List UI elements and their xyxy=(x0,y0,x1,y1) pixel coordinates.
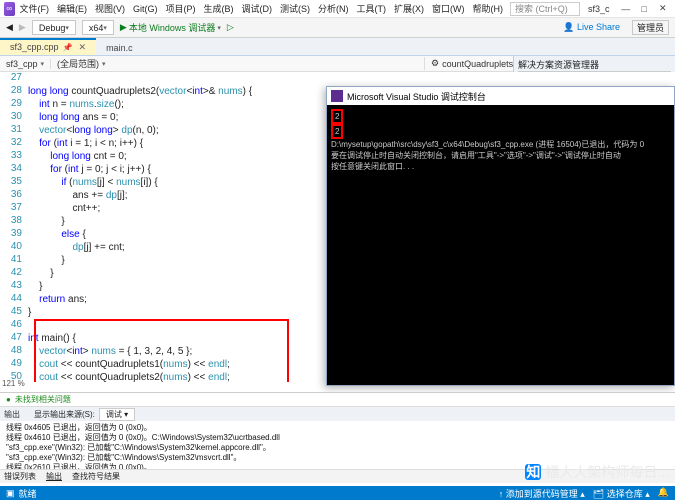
ok-icon: ● xyxy=(6,395,11,404)
menu-test[interactable]: 测试(S) xyxy=(277,1,313,16)
tab-mainc[interactable]: main.c xyxy=(96,41,143,55)
live-share-button[interactable]: 👤 Live Share xyxy=(563,22,620,33)
pin-icon[interactable]: 📌 xyxy=(63,43,73,52)
menu-git[interactable]: Git(G) xyxy=(130,3,161,15)
console-icon xyxy=(331,90,343,102)
main-toolbar: ◀ ▶ Debug ▾ x64 ▾ ▶ 本地 Windows 调试器 ▾ ▷ 👤… xyxy=(0,18,675,38)
config-dropdown[interactable]: Debug ▾ xyxy=(32,20,76,35)
issues-bar[interactable]: ●未找到相关问题 xyxy=(0,393,675,407)
menu-tools[interactable]: 工具(T) xyxy=(354,1,390,16)
vs-logo-icon: ∞ xyxy=(4,2,15,16)
menu-bar: ∞ 文件(F) 编辑(E) 视图(V) Git(G) 项目(P) 生成(B) 调… xyxy=(0,0,675,18)
status-bar: ▣ 就绪 ↑ 添加到源代码管理 ▴ 🗂 选择仓库 ▴ 🔔 xyxy=(0,486,675,500)
output-title: 输出 xyxy=(4,409,20,420)
notifications-icon[interactable]: 🔔 xyxy=(658,487,669,500)
menu-build[interactable]: 生成(B) xyxy=(201,1,237,16)
console-output-1: 2 xyxy=(331,109,343,124)
run-debug-button[interactable]: ▶ 本地 Windows 调试器 ▾ xyxy=(120,21,221,34)
console-msg2: 按任意键关闭此窗口. . . xyxy=(331,161,670,172)
bottom-panel: 121 % ●未找到相关问题 输出 显示输出来源(S): 调试 ▾ 线程 0x4… xyxy=(0,392,675,486)
tab-find-symbol[interactable]: 查找符号结果 xyxy=(72,471,120,482)
menu-help[interactable]: 帮助(H) xyxy=(470,1,507,16)
console-msg1: 要在调试停止时自动关闭控制台，请启用"工具"->"选项"->"调试"->"调试停… xyxy=(331,150,670,161)
console-titlebar[interactable]: Microsoft Visual Studio 调试控制台 xyxy=(327,87,674,105)
crumb-scope[interactable]: (全局范围)▾ xyxy=(51,57,425,70)
source-control-add[interactable]: ↑ 添加到源代码管理 ▴ xyxy=(499,487,585,500)
crumb-project[interactable]: sf3_cpp▾ xyxy=(0,59,51,69)
bottom-tabs: 错误列表 输出 查找符号结果 xyxy=(0,469,675,483)
console-output-2: 2 xyxy=(331,124,343,139)
solution-explorer-title: 解决方案资源管理器 xyxy=(518,58,671,71)
console-title: Microsoft Visual Studio 调试控制台 xyxy=(347,90,486,103)
editor-tabstrip: sf3_cpp.cpp📌✕ main.c xyxy=(0,38,675,56)
menu-debug[interactable]: 调试(D) xyxy=(239,1,276,16)
menu-file[interactable]: 文件(F) xyxy=(17,1,53,16)
menu-extensions[interactable]: 扩展(X) xyxy=(391,1,427,16)
admin-badge: 管理员 xyxy=(632,20,669,35)
tab-error-list[interactable]: 错误列表 xyxy=(4,471,36,482)
menu-view[interactable]: 视图(V) xyxy=(92,1,128,16)
output-header: 输出 显示输出来源(S): 调试 ▾ xyxy=(0,407,675,421)
run-noDebug-icon[interactable]: ▷ xyxy=(227,22,234,33)
source-control-repo[interactable]: 🗂 选择仓库 ▴ xyxy=(593,487,650,500)
output-source-label: 显示输出来源(S): xyxy=(34,409,95,420)
console-path: D:\mysetup\gopath\src\dsy\sf3_c\x64\Debu… xyxy=(331,139,670,150)
menu-edit[interactable]: 编辑(E) xyxy=(54,1,90,16)
nav-back-icon[interactable]: ◀ xyxy=(6,22,13,33)
status-ready: ▣ 就绪 xyxy=(6,487,37,500)
close-button[interactable]: ✕ xyxy=(655,3,672,14)
console-body: 2 2 D:\mysetup\gopath\src\dsy\sf3_c\x64\… xyxy=(327,105,674,176)
debug-console-window[interactable]: Microsoft Visual Studio 调试控制台 2 2 D:\mys… xyxy=(326,86,675,386)
menu-window[interactable]: 窗口(W) xyxy=(429,1,468,16)
tab-output[interactable]: 输出 xyxy=(46,471,62,482)
maximize-button[interactable]: □ xyxy=(636,4,653,14)
output-body[interactable]: 线程 0x4605 已退出，返回值为 0 (0x0)。线程 0x4610 已退出… xyxy=(0,421,675,469)
menu-project[interactable]: 项目(P) xyxy=(163,1,199,16)
platform-dropdown[interactable]: x64 ▾ xyxy=(82,20,114,35)
tab-close-icon[interactable]: ✕ xyxy=(79,42,87,52)
minimize-button[interactable]: — xyxy=(618,4,635,14)
output-source-dropdown[interactable]: 调试 ▾ xyxy=(99,408,135,421)
tab-sf3cpp[interactable]: sf3_cpp.cpp📌✕ xyxy=(0,38,96,55)
line-gutter: 2728293031323334353637383940414243444546… xyxy=(0,72,28,382)
zoom-level[interactable]: 121 % xyxy=(2,379,25,388)
global-search-input[interactable]: 搜索 (Ctrl+Q) xyxy=(510,2,580,16)
menu-analyze[interactable]: 分析(N) xyxy=(315,1,352,16)
solution-name: sf3_c xyxy=(588,4,610,14)
nav-fwd-icon[interactable]: ▶ xyxy=(19,22,26,33)
